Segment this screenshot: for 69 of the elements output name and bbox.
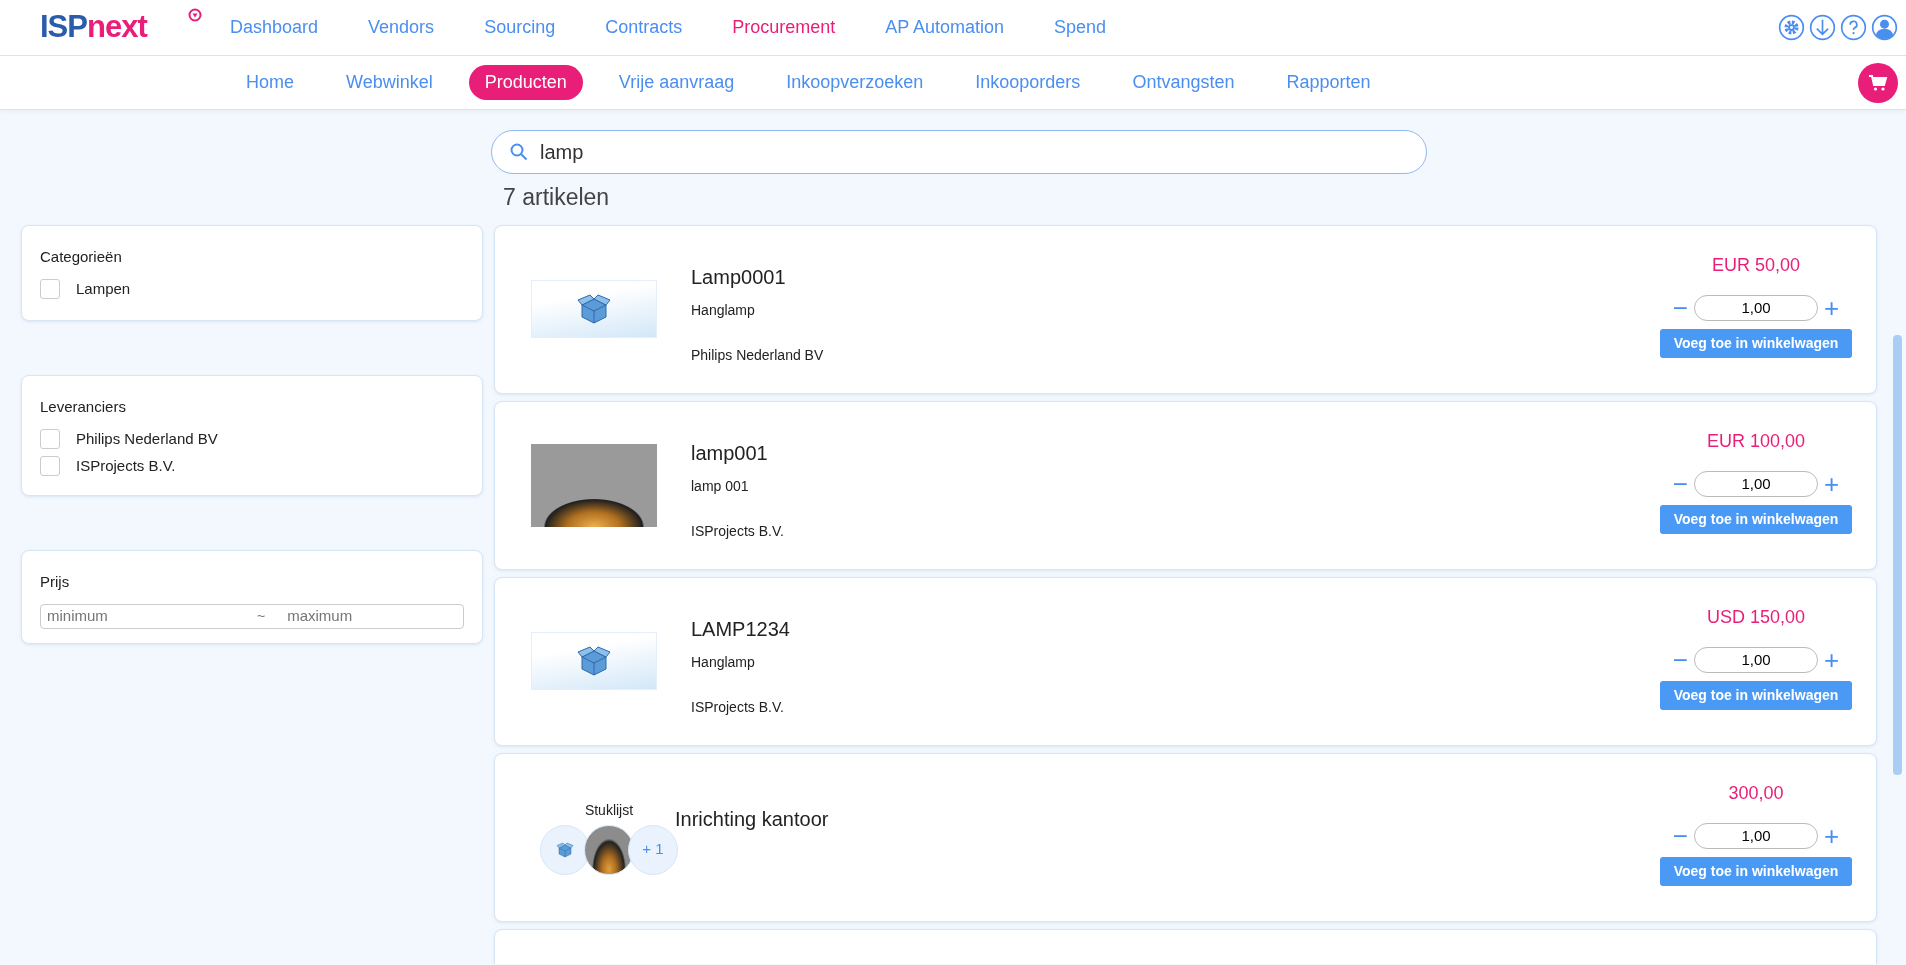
product-name: Lamp0001 [691,264,787,290]
decrease-button[interactable]: − [1666,822,1694,849]
supplier-name: Philips Nederland BV [691,345,825,365]
product-description: Hanglamp [691,652,756,672]
checkbox-option[interactable]: ISProjects B.V. [40,454,464,477]
bundle-label: Stuklijst [584,800,634,820]
search-input[interactable]: lamp [538,136,1426,168]
subnav-tab[interactable]: Webwinkel [330,65,449,100]
cart-button[interactable] [1858,62,1898,103]
add-to-cart-button[interactable]: Voeg toe in winkelwagen [1659,504,1853,534]
user-icon[interactable] [1871,14,1898,41]
supplier-name: ISProjects B.V. [691,697,785,717]
nav-link[interactable]: Sourcing [484,14,556,41]
logo[interactable]: ISPnext [0,4,230,51]
product-description: Hanglamp [691,300,756,320]
help-icon[interactable] [1840,14,1867,41]
increase-button[interactable]: + [1818,822,1846,849]
min-price-field[interactable]: minimum [41,604,241,628]
range-separator: ~ [256,606,267,626]
product-description: lamp 001 [691,476,750,496]
subnav-tab[interactable]: Inkooporders [959,65,1097,100]
subnav-tab[interactable]: Inkoopverzoeken [770,65,940,100]
scrollbar[interactable] [1893,335,1902,775]
product-price: USD 150,00 [1706,605,1806,629]
subnav-tab[interactable]: Rapporten [1270,65,1387,100]
filter-title: Prijs [40,572,71,592]
quantity-field[interactable]: 1,00 [1694,822,1818,849]
search-icon [510,143,528,161]
add-to-cart-button[interactable]: Voeg toe in winkelwagen [1659,328,1853,358]
cart-icon [1868,73,1888,92]
subnav-tab[interactable]: Vrije aanvraag [602,65,751,100]
product-price: EUR 100,00 [1706,429,1806,453]
more-items-count: + 1 [628,824,678,875]
decrease-button[interactable]: − [1666,294,1694,321]
box-icon [556,840,574,859]
decrease-button[interactable]: − [1666,470,1694,497]
nav-link[interactable]: AP Automation [885,14,1004,41]
product-name: lamp001 [691,440,769,466]
price-range-field[interactable]: minimum ~ maximum [40,603,464,629]
quantity-field[interactable]: 1,00 [1694,294,1818,321]
subnav-tab[interactable]: Home [230,65,310,100]
product-name: Inrichting kantoor [675,806,830,832]
increase-button[interactable]: + [1818,646,1846,673]
increase-button[interactable]: + [1818,294,1846,321]
quantity-field[interactable]: 1,00 [1694,646,1818,673]
nav-link[interactable]: Spend [1054,14,1107,41]
add-to-cart-button[interactable]: Voeg toe in winkelwagen [1659,856,1853,886]
search-bar[interactable]: lamp [491,130,1427,174]
filter-title: Categorieën [40,246,123,267]
quantity-field[interactable]: 1,00 [1694,470,1818,497]
subnav-tab[interactable]: Producten [468,65,583,100]
checkbox-option[interactable]: Lampen [40,278,464,301]
settings-icon[interactable] [1778,14,1805,41]
product-name: LAMP1234 [691,616,791,642]
add-to-cart-button[interactable]: Voeg toe in winkelwagen [1659,680,1853,710]
filter-title: Leveranciers [40,396,127,417]
download-icon[interactable] [1809,14,1836,41]
nav-link[interactable]: Procurement [732,14,836,41]
increase-button[interactable]: + [1818,470,1846,497]
subnav-tab[interactable]: Ontvangsten [1116,65,1251,100]
supplier-name: ISProjects B.V. [691,521,785,541]
nav-link[interactable]: Dashboard [230,14,319,41]
decrease-button[interactable]: − [1666,646,1694,673]
result-count: 7 artikelen [503,183,611,212]
product-price: EUR 50,00 [1711,253,1801,277]
nav-link[interactable]: Vendors [368,14,435,41]
nav-link[interactable]: Contracts [605,14,683,41]
checkbox-option[interactable]: Philips Nederland BV [40,428,464,451]
product-price: 300,00 [1728,781,1784,805]
